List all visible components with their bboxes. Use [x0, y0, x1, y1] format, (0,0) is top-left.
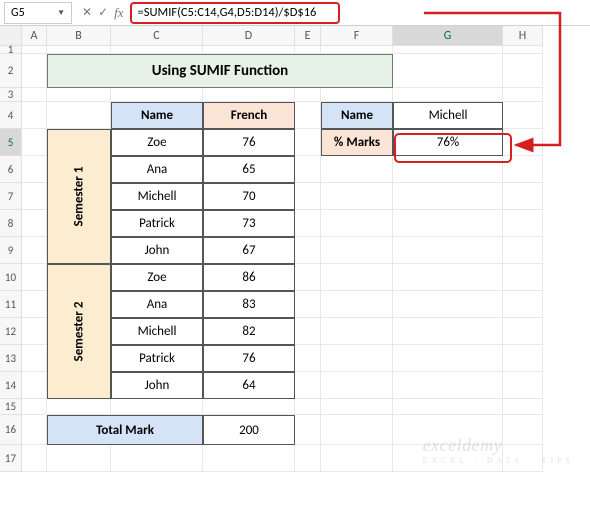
row-header-4[interactable]: 4 [0, 102, 22, 129]
row-header-15[interactable]: 15 [0, 399, 22, 415]
semester-1-label: Semester 1 [47, 129, 111, 264]
row-header-16[interactable]: 16 [0, 415, 22, 445]
col-name-header: Name [111, 102, 203, 129]
col-header-C[interactable]: C [111, 26, 203, 46]
table-cell[interactable]: Ana [111, 291, 203, 318]
row-header-11[interactable]: 11 [0, 291, 22, 318]
table-cell[interactable]: Patrick [111, 345, 203, 372]
lookup-marks-value[interactable]: 76% [393, 129, 503, 156]
formula-input[interactable]: =SUMIF(C5:C14,G4,D5:D14)/$D$16 [130, 2, 340, 24]
name-box-value: G5 [11, 6, 25, 20]
row-header-7[interactable]: 7 [0, 183, 22, 210]
chevron-down-icon[interactable]: ▼ [57, 8, 65, 18]
table-cell[interactable]: 76 [203, 345, 295, 372]
table-cell[interactable]: 76 [203, 129, 295, 156]
col-header-E[interactable]: E [295, 26, 321, 46]
table-cell[interactable]: Michell [111, 318, 203, 345]
col-header-H[interactable]: H [503, 26, 543, 46]
spreadsheet-grid[interactable]: A B C D E F G H 1 2 Using SUMIF Function… [0, 26, 590, 511]
formula-bar: G5 ▼ ✕ ✓ fx =SUMIF(C5:C14,G4,D5:D14)/$D$… [0, 0, 590, 26]
col-french-header: French [203, 102, 295, 129]
table-cell[interactable]: 67 [203, 237, 295, 264]
name-box[interactable]: G5 ▼ [4, 2, 72, 24]
table-cell[interactable]: John [111, 372, 203, 399]
table-cell[interactable]: 86 [203, 264, 295, 291]
col-header-A[interactable]: A [22, 26, 47, 46]
table-cell[interactable]: 70 [203, 183, 295, 210]
fx-icon[interactable]: fx [114, 5, 123, 21]
cancel-icon[interactable]: ✕ [82, 5, 92, 20]
table-cell[interactable]: Michell [111, 183, 203, 210]
table-cell[interactable]: Zoe [111, 264, 203, 291]
row-header-13[interactable]: 13 [0, 345, 22, 372]
table-cell[interactable]: 82 [203, 318, 295, 345]
row-header-14[interactable]: 14 [0, 372, 22, 399]
row-header-17[interactable]: 17 [0, 445, 22, 472]
enter-icon[interactable]: ✓ [98, 5, 108, 20]
formula-bar-buttons: ✕ ✓ fx [76, 5, 130, 21]
page-title: Using SUMIF Function [47, 54, 393, 88]
table-cell[interactable]: Ana [111, 156, 203, 183]
row-header-1[interactable]: 1 [0, 46, 22, 54]
col-header-F[interactable]: F [321, 26, 393, 46]
row-header-6[interactable]: 6 [0, 156, 22, 183]
row-header-8[interactable]: 8 [0, 210, 22, 237]
column-headers: A B C D E F G H [0, 26, 590, 46]
total-mark-label: Total Mark [47, 415, 203, 445]
col-header-D[interactable]: D [203, 26, 295, 46]
table-cell[interactable]: 73 [203, 210, 295, 237]
lookup-marks-label: % Marks [321, 129, 393, 156]
row-header-12[interactable]: 12 [0, 318, 22, 345]
table-cell[interactable]: 64 [203, 372, 295, 399]
table-cell[interactable]: Zoe [111, 129, 203, 156]
col-header-B[interactable]: B [47, 26, 111, 46]
lookup-name-value[interactable]: Michell [393, 102, 503, 129]
table-cell[interactable]: Patrick [111, 210, 203, 237]
formula-text: =SUMIF(C5:C14,G4,D5:D14)/$D$16 [138, 5, 317, 20]
table-cell[interactable]: 65 [203, 156, 295, 183]
row-header-5[interactable]: 5 [0, 129, 22, 156]
row-header-2[interactable]: 2 [0, 54, 22, 88]
table-cell[interactable]: John [111, 237, 203, 264]
row-header-9[interactable]: 9 [0, 237, 22, 264]
table-cell[interactable]: 83 [203, 291, 295, 318]
row-header-3[interactable]: 3 [0, 88, 22, 102]
lookup-name-label: Name [321, 102, 393, 129]
col-header-G[interactable]: G [393, 26, 503, 46]
semester-2-label: Semester 2 [47, 264, 111, 399]
row-header-10[interactable]: 10 [0, 264, 22, 291]
total-mark-value[interactable]: 200 [203, 415, 295, 445]
